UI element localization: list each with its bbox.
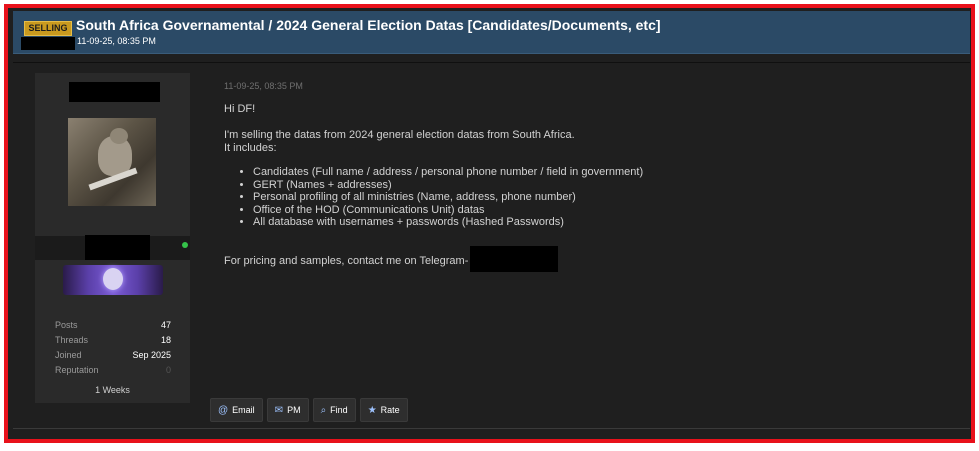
stat-reputation-label: Reputation xyxy=(55,365,99,375)
tenure-label: 1 Weeks xyxy=(95,385,130,395)
find-button[interactable]: ⌕ Find xyxy=(312,398,356,422)
selling-badge: SELLING xyxy=(24,21,72,36)
list-item: Office of the HOD (Communications Unit) … xyxy=(253,204,643,217)
thread-title: South Africa Governamental / 2024 Genera… xyxy=(76,17,661,33)
list-item: Personal profiling of all ministries (Na… xyxy=(253,191,643,204)
stat-threads-value[interactable]: 18 xyxy=(161,335,171,345)
find-button-label: Find xyxy=(330,405,348,415)
stat-threads-label: Threads xyxy=(55,335,89,345)
avatar[interactable] xyxy=(68,118,156,206)
list-item: All database with usernames + passwords … xyxy=(253,216,643,229)
stat-posts-value[interactable]: 47 xyxy=(161,320,171,330)
post-greeting: Hi DF! xyxy=(224,103,255,116)
avatar-cat-head xyxy=(110,128,128,144)
stat-joined-label: Joined xyxy=(55,350,82,360)
email-button[interactable]: @ Email xyxy=(210,398,263,422)
stat-joined-value: Sep 2025 xyxy=(132,350,171,360)
emblem-gem-icon xyxy=(103,268,123,290)
redacted-username xyxy=(21,37,75,50)
stat-posts-label: Posts xyxy=(55,320,78,330)
divider xyxy=(13,62,970,63)
contact-text: For pricing and samples, contact me on T… xyxy=(224,255,469,267)
envelope-icon: ✉ xyxy=(274,404,284,416)
pm-button-label: PM xyxy=(287,405,301,415)
search-icon: ⌕ xyxy=(320,404,327,416)
intro-line-1: I'm selling the datas from 2024 general … xyxy=(224,129,575,141)
stat-reputation-value[interactable]: 0 xyxy=(166,365,171,375)
post-intro: I'm selling the datas from 2024 general … xyxy=(224,129,575,155)
thread-header: SELLING South Africa Governamental / 202… xyxy=(13,11,970,54)
redacted-telegram-handle xyxy=(470,246,558,272)
thread-date: 11-09-25, 08:35 PM xyxy=(77,36,156,46)
at-icon: @ xyxy=(218,404,229,416)
post-contact: For pricing and samples, contact me on T… xyxy=(224,255,468,268)
rank-emblem xyxy=(63,265,163,295)
redacted-username xyxy=(85,235,150,260)
intro-line-2: It includes: xyxy=(224,142,277,154)
star-icon: ★ xyxy=(367,404,377,416)
user-sidebar: Posts 47 Threads 18 Joined Sep 2025 Repu… xyxy=(35,73,190,403)
list-item: Candidates (Full name / address / person… xyxy=(253,166,643,179)
post-date: 11-09-25, 08:35 PM xyxy=(224,81,303,91)
divider xyxy=(13,428,970,429)
pm-button[interactable]: ✉ PM xyxy=(266,398,309,422)
rate-button-label: Rate xyxy=(380,405,400,415)
list-item: GERT (Names + addresses) xyxy=(253,179,643,192)
rate-button[interactable]: ★ Rate xyxy=(359,398,408,422)
greeting-text: Hi DF! xyxy=(224,103,256,115)
online-status-icon xyxy=(182,242,188,248)
includes-list: Candidates (Full name / address / person… xyxy=(224,166,643,229)
post-actions: @ Email ✉ PM ⌕ Find ★ Rate xyxy=(210,398,408,422)
screenshot-frame: SELLING South Africa Governamental / 202… xyxy=(4,4,975,443)
email-button-label: Email xyxy=(232,405,255,415)
redacted-username xyxy=(69,82,160,102)
